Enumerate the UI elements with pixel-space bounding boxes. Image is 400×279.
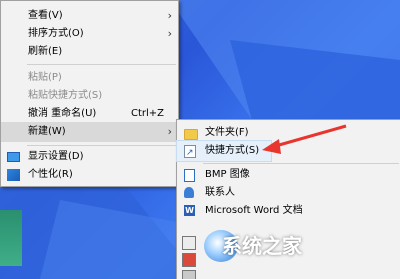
desktop[interactable]: 查看(V) › 排序方式(O) › 刷新(E) 粘贴(P) 粘贴快捷方式(S) … bbox=[0, 0, 400, 279]
watermark-text: 系统之家 bbox=[222, 234, 302, 258]
annotation-arrow bbox=[262, 124, 347, 154]
